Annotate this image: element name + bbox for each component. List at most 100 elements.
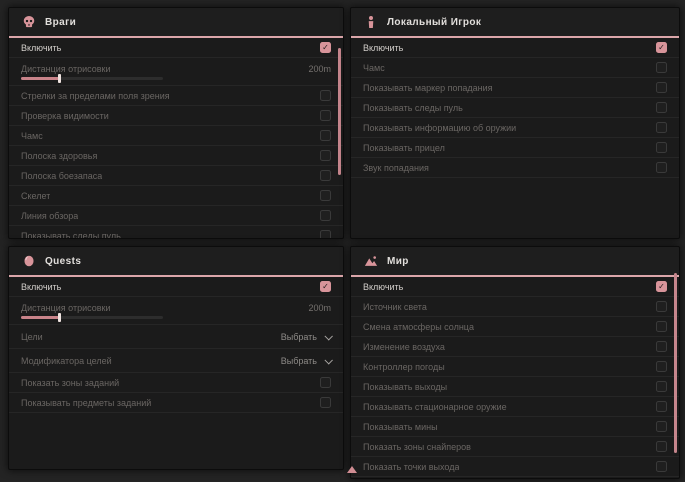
scrollbar[interactable] <box>338 48 341 175</box>
toggle-row[interactable]: Показать зоны заданий <box>9 373 343 393</box>
toggle-row[interactable]: Показывать стационарное оружие <box>351 397 679 417</box>
setting-label: Чамс <box>363 63 385 73</box>
toggle-row[interactable]: Проверка видимости <box>9 106 343 126</box>
toggle-row[interactable]: Стрелки за пределами поля зрения <box>9 86 343 106</box>
toggle-row[interactable]: Включить <box>9 277 343 297</box>
slider-track[interactable] <box>21 316 163 319</box>
panel-local-player-header[interactable]: Локальный Игрок <box>351 8 679 38</box>
setting-label: Показывать предметы заданий <box>21 398 151 408</box>
slider-thumb[interactable] <box>58 313 61 322</box>
toggle-row[interactable]: Источник света <box>351 297 679 317</box>
setting-label: Цели <box>21 332 43 342</box>
checkbox[interactable] <box>656 162 667 173</box>
checkbox[interactable] <box>656 341 667 352</box>
dropdown-value: Выбрать <box>281 356 317 366</box>
toggle-row[interactable]: Полоска здоровья <box>9 146 343 166</box>
slider-value: 200m <box>308 64 331 74</box>
setting-label: Показывать мины <box>363 422 438 432</box>
dropdown-value: Выбрать <box>281 332 317 342</box>
checkbox[interactable] <box>656 401 667 412</box>
slider-thumb[interactable] <box>58 74 61 83</box>
toggle-row[interactable]: Включить <box>351 38 679 58</box>
setting-label: Полоска здоровья <box>21 151 97 161</box>
panel-quests-header[interactable]: Quests <box>9 247 343 277</box>
scrollbar[interactable] <box>674 273 677 453</box>
checkbox[interactable] <box>656 321 667 332</box>
toggle-row[interactable]: Контроллер погоды <box>351 357 679 377</box>
checkbox[interactable] <box>320 170 331 181</box>
toggle-row[interactable]: Показывать выходы <box>351 377 679 397</box>
toggle-row[interactable]: Чамс <box>9 126 343 146</box>
dropdown-select[interactable]: Выбрать <box>281 356 331 366</box>
checkbox[interactable] <box>320 90 331 101</box>
setting-label: Включить <box>363 282 403 292</box>
checkbox[interactable] <box>656 421 667 432</box>
checkbox[interactable] <box>656 142 667 153</box>
checkbox[interactable] <box>320 210 331 221</box>
toggle-row[interactable]: Показывать мины <box>351 417 679 437</box>
setting-label: Показывать прицел <box>363 143 445 153</box>
checkbox[interactable] <box>320 377 331 388</box>
toggle-row[interactable]: Звук попадания <box>351 158 679 178</box>
toggle-row[interactable]: Изменение воздуха <box>351 337 679 357</box>
toggle-row[interactable]: Чамс <box>351 58 679 78</box>
setting-label: Дистанция отрисовки <box>21 64 111 74</box>
toggle-row[interactable]: Показывать предметы заданий <box>9 393 343 413</box>
toggle-row[interactable]: Полоска боезапаса <box>9 166 343 186</box>
setting-label: Показывать следы пуль <box>363 103 463 113</box>
checkbox[interactable] <box>656 102 667 113</box>
setting-label: Полоска боезапаса <box>21 171 102 181</box>
setting-label: Смена атмосферы солнца <box>363 322 474 332</box>
checkbox[interactable] <box>320 42 331 53</box>
toggle-row[interactable]: Показывать следы пуль <box>9 226 343 239</box>
checkbox[interactable] <box>320 110 331 121</box>
toggle-row[interactable]: Показать зоны снайперов <box>351 437 679 457</box>
checkbox[interactable] <box>320 130 331 141</box>
checkbox[interactable] <box>656 381 667 392</box>
setting-label: Дистанция отрисовки <box>21 303 111 313</box>
toggle-row[interactable]: Показывать информацию об оружии <box>351 118 679 138</box>
slider-row: Дистанция отрисовки200m <box>9 297 343 325</box>
checkbox[interactable] <box>320 397 331 408</box>
toggle-row[interactable]: Скелет <box>9 186 343 206</box>
toggle-row[interactable]: Показывать маркер попадания <box>351 78 679 98</box>
checkbox[interactable] <box>656 441 667 452</box>
setting-label: Контроллер погоды <box>363 362 445 372</box>
checkbox[interactable] <box>656 122 667 133</box>
dropdown-select[interactable]: Выбрать <box>281 332 331 342</box>
checkbox[interactable] <box>656 461 667 472</box>
setting-label: Чамс <box>21 131 43 141</box>
toggle-row[interactable]: Линия обзора <box>9 206 343 226</box>
checkbox[interactable] <box>656 82 667 93</box>
checkbox[interactable] <box>656 361 667 372</box>
setting-label: Проверка видимости <box>21 111 109 121</box>
slider-header: Дистанция отрисовки200m <box>21 303 331 313</box>
setting-label: Показывать стационарное оружие <box>363 402 507 412</box>
panel-enemies-header[interactable]: Враги <box>9 8 343 38</box>
checkbox[interactable] <box>320 281 331 292</box>
setting-label: Показывать информацию об оружии <box>363 123 516 133</box>
checkbox[interactable] <box>656 281 667 292</box>
toggle-row[interactable]: Показать точки выхода <box>351 457 679 477</box>
toggle-row[interactable]: Смена атмосферы солнца <box>351 317 679 337</box>
dropdown-row: Модификатора целей Выбрать <box>9 349 343 373</box>
checkbox[interactable] <box>656 62 667 73</box>
toggle-row[interactable]: Показывать прицел <box>351 138 679 158</box>
checkbox[interactable] <box>320 230 331 239</box>
panel-world-header[interactable]: Мир <box>351 247 679 277</box>
skull-icon <box>22 15 36 29</box>
toggle-row[interactable]: Включить <box>351 277 679 297</box>
toggle-row[interactable]: Включить <box>9 38 343 58</box>
checkbox[interactable] <box>656 42 667 53</box>
checkbox[interactable] <box>320 190 331 201</box>
toggle-row[interactable]: Показывать следы пуль <box>351 98 679 118</box>
checkbox[interactable] <box>656 301 667 312</box>
panel-title: Мир <box>387 256 409 267</box>
slider-track[interactable] <box>21 77 163 80</box>
checkbox[interactable] <box>320 150 331 161</box>
panel-title: Локальный Игрок <box>387 17 481 28</box>
setting-label: Модификатора целей <box>21 356 112 366</box>
setting-label: Показать точки выхода <box>363 462 459 472</box>
dropdown-row: Цели Выбрать <box>9 325 343 349</box>
setting-label: Показывать следы пуль <box>21 231 121 240</box>
